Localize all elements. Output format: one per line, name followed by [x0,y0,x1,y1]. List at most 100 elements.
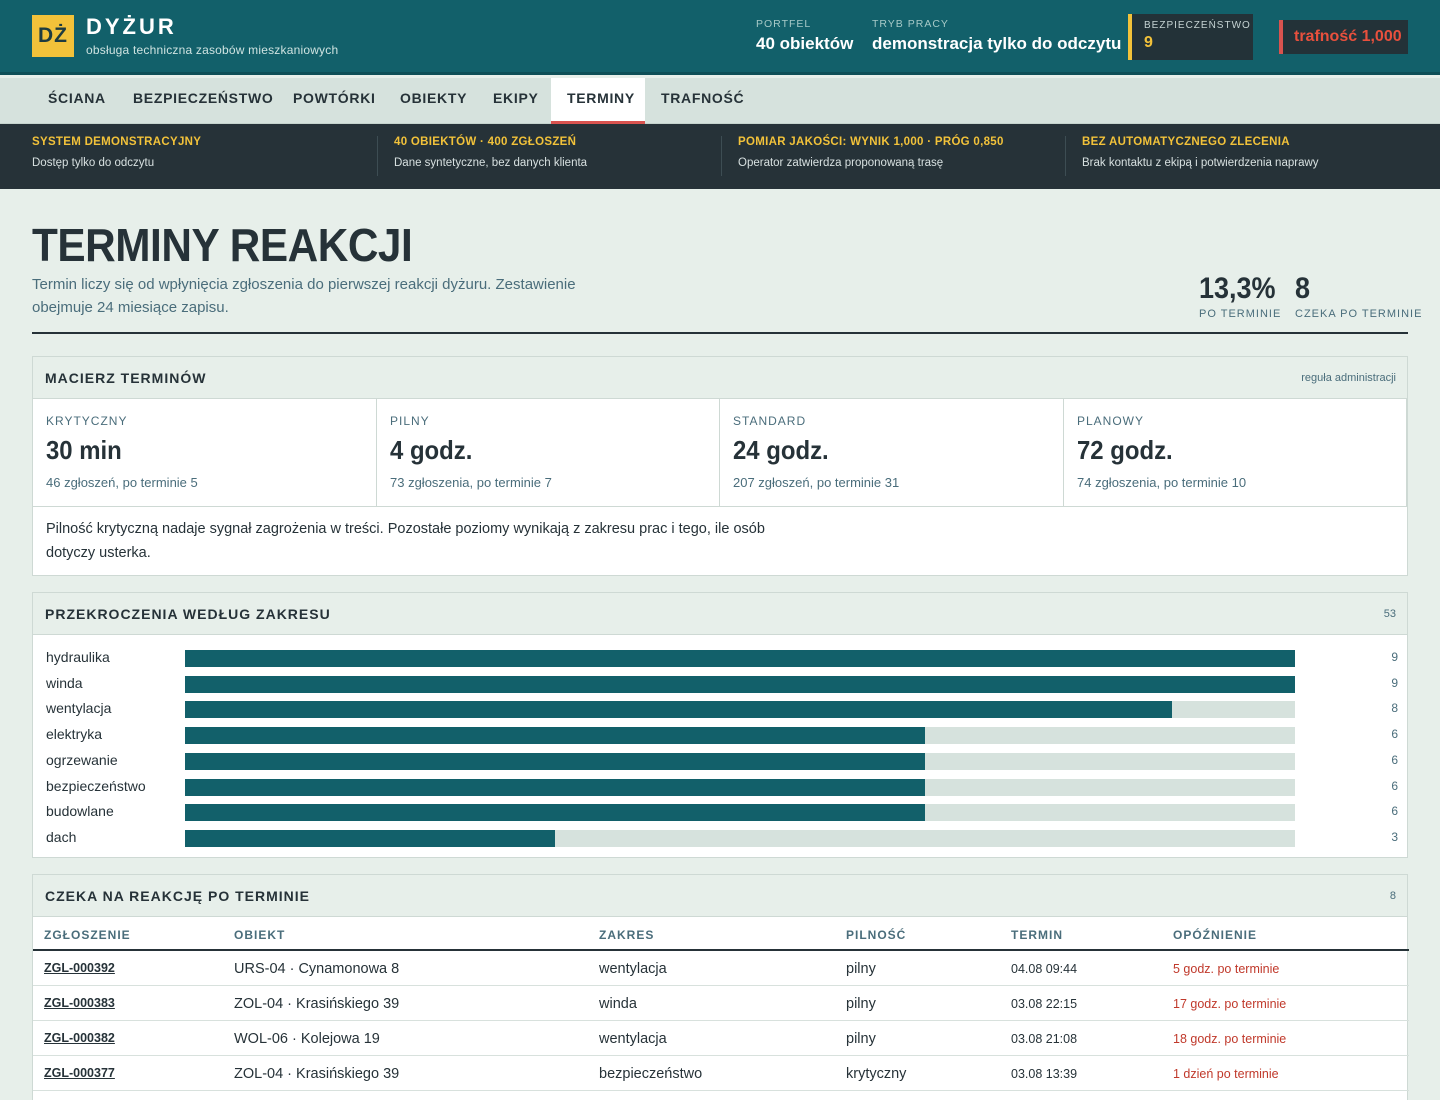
urgency-cell: krytyczny [846,1066,907,1082]
matrix-time: 24 godz. [733,435,829,465]
tab-sciana[interactable]: ŚCIANA [32,78,122,124]
strip-no-auto-desc: Brak kontaktu z ekipą i potwierdzenia na… [1082,157,1319,169]
tab-bezpieczenstwo[interactable]: BEZPIECZEŃSTWO [117,78,289,124]
column-header-object: OBIEKT [234,928,286,942]
urgency-cell: pilny [846,996,876,1012]
bar-label: dach [46,828,77,845]
strip-demo: SYSTEM DEMONSTRACYJNY Dostęp tylko do od… [32,136,201,176]
tab-powtorki[interactable]: POWTÓRKI [277,78,392,124]
term-cell: 03.08 21:08 [1011,1032,1078,1046]
strip-portfolio-title: 40 OBIEKTÓW · 400 ZGŁOSZEŃ [394,136,577,148]
tab-terminy[interactable]: TERMINY [551,78,645,124]
kpi-overdue-rate-value: 13,3% [1199,272,1276,305]
matrix-cell-critical: KRYTYCZNY 30 min 46 zgłoszeń, po termini… [33,399,377,507]
kpi-waiting-label: CZEKA PO TERMINIE [1295,308,1423,320]
kpi-overdue-rate-label: PO TERMINIE [1199,308,1282,320]
app-header: DŻ DYŻUR obsługa techniczna zasobów mies… [0,0,1440,75]
bar-value: 8 [1391,701,1398,716]
column-header-urgency: PILNOŚĆ [846,928,907,942]
bar-track [185,778,1295,796]
bar-row: budowlane 6 [33,799,1409,825]
bar-label: wentylacja [46,700,112,717]
breaches-panel: PRZEKROCZENIA WEDŁUG ZAKRESU 53 hydrauli… [32,592,1408,858]
overdue-count: 8 [1389,890,1396,902]
app-title: DYŻUR [86,14,177,39]
object-cell: WOL-06 · Kolejowa 19 [234,1031,380,1047]
kpi-waiting: 8 CZEKA PO TERMINIE [1295,272,1422,320]
bar-value: 9 [1391,675,1398,690]
tab-trafnosc[interactable]: TRAFNOŚĆ [645,78,760,124]
matrix-note: Pilność krytyczną nadaje sygnał zagrożen… [46,521,765,561]
bar-track [185,650,1295,667]
bar-row: hydraulika 9 [33,645,1409,671]
matrix-stats: 73 zgłoszenia, po terminie 7 [390,475,552,490]
table-row[interactable]: ZGL-000383 ZOL-04 · Krasińskiego 39 winda p… [33,986,1409,1021]
page-description: Termin liczy się od wpłynięcia zgłoszeni… [32,276,576,316]
matrix-time: 30 min [46,435,122,465]
mode-info: TRYB PRACY demonstracja tylko do odczytu [872,18,1121,54]
bar-track [185,829,1295,847]
bar-fill [185,650,1295,667]
scope-cell: wentylacja [599,1031,667,1047]
term-cell: 03.08 13:39 [1011,1067,1078,1081]
ticket-link[interactable]: ZGL-000383 [44,996,115,1010]
scope-cell: winda [599,996,637,1012]
object-cell: ZOL-04 · Krasińskiego 39 [234,1066,400,1082]
ticket-link[interactable]: ZGL-000382 [44,1031,115,1045]
bar-value: 9 [1391,650,1398,664]
overdue-panel: CZEKA NA REAKCJĘ PO TERMINIE 8 ZGŁOSZENI… [32,874,1409,1100]
column-header-term: TERMIN [1011,928,1063,942]
tab-obiekty[interactable]: OBIEKTY [384,78,483,124]
bar-fill [185,675,1295,693]
matrix-cell-standard: STANDARD 24 godz. 207 zgłoszeń, po termi… [720,399,1064,507]
matrix-stats: 46 zgłoszeń, po terminie 5 [46,475,198,490]
bar-track [185,701,1295,719]
column-header-ticket: ZGŁOSZENIE [44,928,131,942]
matrix-level: PLANOWY [1077,414,1145,428]
bar-row: elektryka 6 [33,722,1409,748]
bar-label: hydraulika [46,649,110,665]
matrix-cell-planned: PLANOWY 72 godz. 74 zgłoszenia, po termi… [1064,399,1407,507]
object-cell: ZOL-04 · Krasińskiego 39 [234,996,400,1012]
delay-cell: 18 godz. po terminie [1173,1032,1287,1046]
mode-value: demonstracja tylko do odczytu [872,34,1122,53]
matrix-stats: 74 zgłoszenia, po terminie 10 [1077,475,1247,490]
safety-indicator: BEZPIECZEŃSTWO 9 [1128,14,1253,60]
table-row[interactable]: ZGL-000377 ZOL-04 · Krasińskiego 39 bezpie… [33,1056,1409,1091]
bar-fill [185,778,925,796]
bar-row: bezpieczeństwo 6 [33,774,1409,800]
bar-value: 6 [1391,778,1398,793]
overdue-title: CZEKA NA REAKCJĘ PO TERMINIE [45,888,310,904]
tab-ekipy[interactable]: EKIPY [477,78,555,124]
breaches-total: 53 [1383,608,1396,620]
table-row[interactable]: ZGL-000382 WOL-06 · Kolejowa 19 wentylacja… [33,1021,1409,1056]
table-row[interactable]: ZGL-000392 URS-04 · Cynamonowa 8 wentylacj… [33,951,1409,986]
portfolio-info: PORTFEL 40 obiektów [756,18,853,54]
matrix-time: 4 godz. [390,435,473,465]
column-header-delay: OPÓŹNIENIE [1173,928,1258,942]
matrix-title: MACIERZ TERMINÓW [45,370,207,386]
breaches-title: PRZEKROCZENIA WEDŁUG ZAKRESU [45,606,331,622]
bar-label: bezpieczeństwo [46,777,146,794]
delay-cell: 5 godz. po terminie [1173,962,1280,976]
mode-label: TRYB PRACY [872,18,949,30]
ticket-link[interactable]: ZGL-000377 [44,1066,115,1080]
term-cell: 03.08 22:15 [1011,997,1078,1011]
strip-portfolio-desc: Dane syntetyczne, bez danych klienta [394,157,588,169]
bar-track [185,675,1295,693]
strip-demo-title: SYSTEM DEMONSTRACYJNY [32,136,202,148]
bar-value: 6 [1391,804,1398,819]
accuracy-badge: trafność 1,000 [1279,20,1408,54]
main-nav: ŚCIANA BEZPIECZEŃSTWO POWTÓRKI OBIEKTY E… [0,78,1440,124]
delay-cell: 17 godz. po terminie [1173,997,1287,1011]
ticket-link[interactable]: ZGL-000392 [44,961,115,975]
object-cell: URS-04 · Cynamonowa 8 [234,961,400,977]
overdue-panel-header: CZEKA NA REAKCJĘ PO TERMINIE 8 [33,875,1407,917]
logo: DŻ [32,15,74,57]
term-cell: 04.08 09:44 [1011,962,1078,976]
urgency-cell: pilny [846,1031,876,1047]
bar-row: winda 9 [33,671,1409,697]
bar-track [185,727,1295,745]
strip-quality-desc: Operator zatwierdza proponowaną trasę [738,157,944,169]
bar-label: winda [46,674,83,691]
